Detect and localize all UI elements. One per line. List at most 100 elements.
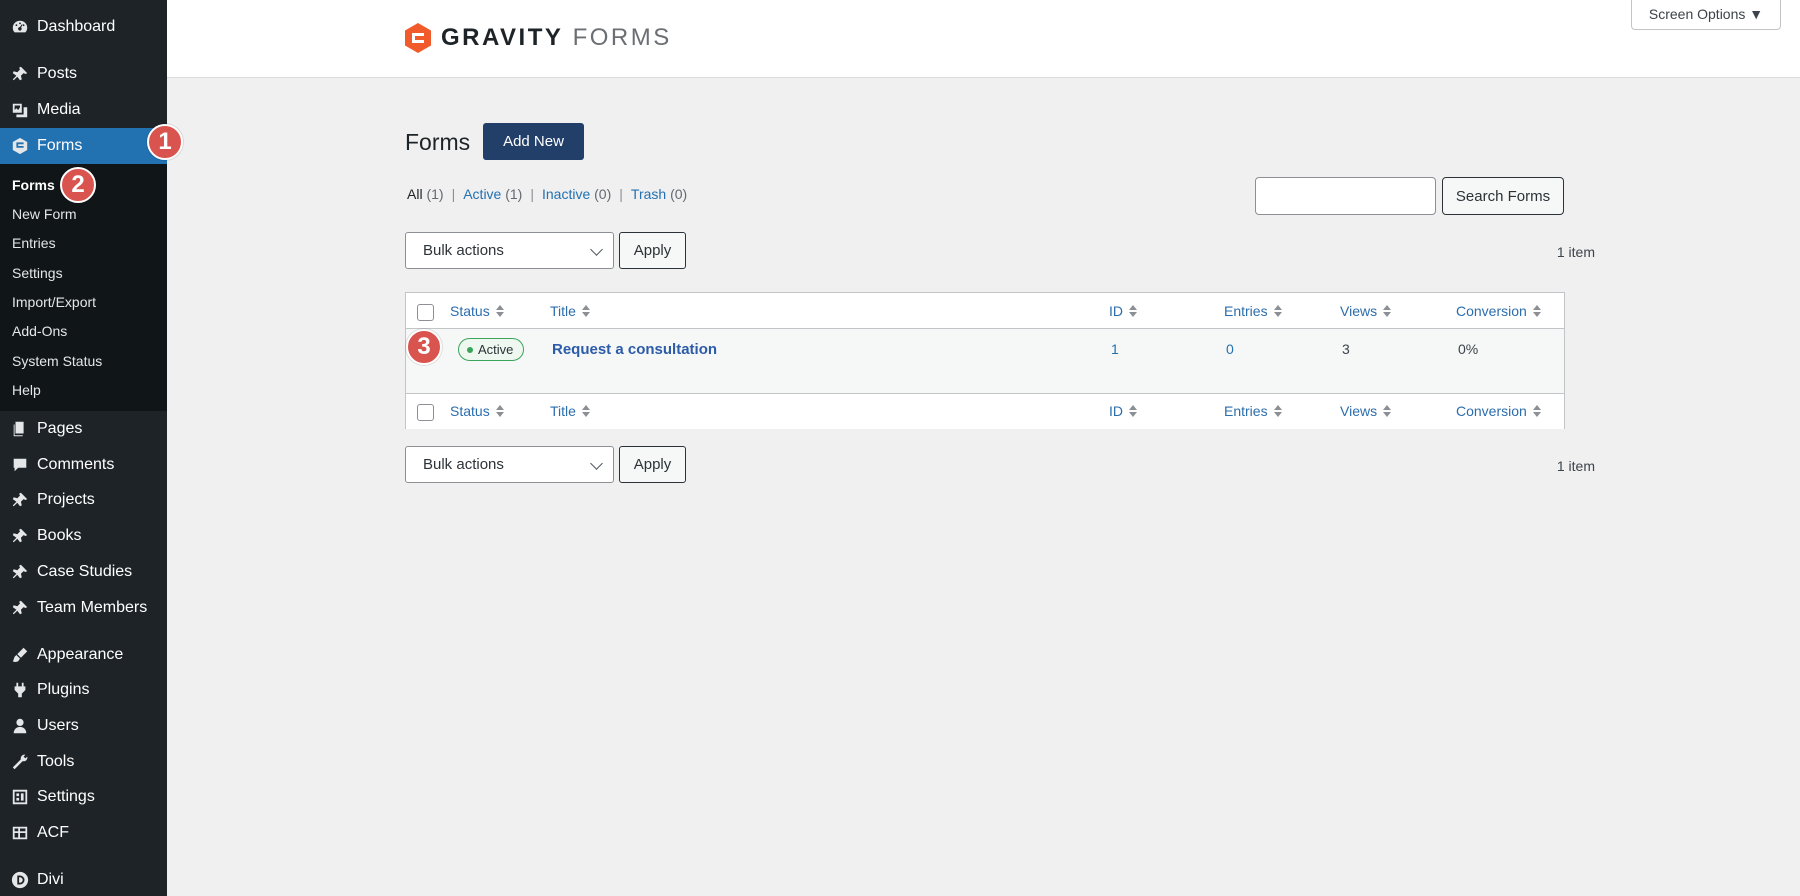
menu-forms-label: Forms xyxy=(37,137,83,154)
filter-active[interactable]: Active (1) xyxy=(463,186,522,202)
pin-icon xyxy=(10,562,30,582)
menu-appearance-label: Appearance xyxy=(37,646,124,663)
menu-comments[interactable]: Comments xyxy=(0,448,167,482)
menu-plugins[interactable]: Plugins xyxy=(0,673,167,707)
menu-acf[interactable]: ACF xyxy=(0,816,167,850)
submenu-system-status[interactable]: System Status xyxy=(12,350,102,372)
submenu-import-export[interactable]: Import/Export xyxy=(12,291,96,313)
chevron-down-icon xyxy=(590,457,603,470)
column-id[interactable]: ID xyxy=(1109,303,1137,319)
menu-dashboard[interactable]: Dashboard xyxy=(0,10,167,44)
filter-trash-label: Trash xyxy=(630,186,667,202)
form-views: 3 xyxy=(1342,341,1350,357)
gravity-forms-icon xyxy=(10,136,30,156)
menu-team-members[interactable]: Team Members xyxy=(0,591,167,625)
menu-books[interactable]: Books xyxy=(0,519,167,553)
select-all-checkbox-footer[interactable] xyxy=(417,404,434,421)
menu-acf-label: ACF xyxy=(37,824,69,841)
menu-projects[interactable]: Projects xyxy=(0,483,167,517)
gravity-forms-logo-icon xyxy=(405,23,431,53)
column-entries[interactable]: Entries xyxy=(1224,403,1282,419)
plugin-header: GRAVITY FORMS Screen Options ▼ xyxy=(167,0,1800,78)
search-forms-button[interactable]: Search Forms xyxy=(1442,177,1564,215)
bulk-actions-select-top[interactable]: Bulk actions xyxy=(405,232,614,269)
submenu-new-form[interactable]: New Form xyxy=(12,203,77,225)
form-entries-link[interactable]: 0 xyxy=(1226,341,1234,357)
column-status[interactable]: Status xyxy=(450,303,504,319)
column-views[interactable]: Views xyxy=(1340,403,1392,419)
sort-icon xyxy=(581,305,590,317)
menu-forms[interactable]: Forms xyxy=(0,128,167,164)
sort-icon xyxy=(1532,405,1541,417)
column-title[interactable]: Title xyxy=(550,303,590,319)
submenu-entries[interactable]: Entries xyxy=(12,232,56,254)
bulk-actions-label: Bulk actions xyxy=(423,242,504,259)
column-id[interactable]: ID xyxy=(1109,403,1137,419)
submenu-add-ons[interactable]: Add-Ons xyxy=(12,320,67,342)
submenu-help[interactable]: Help xyxy=(12,379,41,401)
menu-media[interactable]: Media xyxy=(0,93,167,127)
pin-icon xyxy=(10,64,30,84)
menu-users[interactable]: Users xyxy=(0,709,167,743)
submenu-forms[interactable]: Forms xyxy=(12,174,55,196)
form-id-link[interactable]: 1 xyxy=(1111,341,1119,357)
status-filter-links: All (1) | Active (1) | Inactive (0) | Tr… xyxy=(407,186,687,202)
filter-separator: | xyxy=(530,186,534,202)
menu-pages[interactable]: Pages xyxy=(0,412,167,446)
filter-inactive-label: Inactive xyxy=(542,186,591,202)
screen-options-button[interactable]: Screen Options ▼ xyxy=(1631,0,1781,30)
search-forms-input[interactable] xyxy=(1255,177,1436,215)
menu-appearance[interactable]: Appearance xyxy=(0,638,167,672)
menu-pages-label: Pages xyxy=(37,420,83,437)
menu-tools[interactable]: Tools xyxy=(0,745,167,779)
menu-case-studies[interactable]: Case Studies xyxy=(0,555,167,589)
filter-all-label: All xyxy=(407,186,423,202)
column-conversion-label: Conversion xyxy=(1456,303,1527,319)
column-status[interactable]: Status xyxy=(450,403,504,419)
chevron-down-icon xyxy=(590,243,603,256)
dashboard-icon xyxy=(10,17,30,37)
form-conversion: 0% xyxy=(1458,341,1479,357)
menu-divi[interactable]: Divi xyxy=(0,863,167,896)
filter-inactive[interactable]: Inactive (0) xyxy=(542,186,611,202)
filter-trash[interactable]: Trash (0) xyxy=(631,186,687,202)
sort-icon xyxy=(1532,305,1541,317)
menu-dashboard-label: Dashboard xyxy=(37,18,116,35)
sort-icon xyxy=(495,405,504,417)
column-title[interactable]: Title xyxy=(550,403,590,419)
menu-books-label: Books xyxy=(37,527,82,544)
submenu-settings[interactable]: Settings xyxy=(12,262,63,284)
column-entries[interactable]: Entries xyxy=(1224,303,1282,319)
logo-word-bold: GRAVITY xyxy=(441,24,564,51)
sort-icon xyxy=(1273,405,1282,417)
menu-posts-label: Posts xyxy=(37,65,78,82)
pin-icon xyxy=(10,526,30,546)
filter-all[interactable]: All (1) xyxy=(407,186,444,202)
form-title-link[interactable]: Request a consultation xyxy=(552,341,717,358)
sort-icon xyxy=(581,405,590,417)
menu-users-label: Users xyxy=(37,717,79,734)
column-id-label: ID xyxy=(1109,403,1123,419)
menu-settings[interactable]: Settings xyxy=(0,780,167,814)
menu-media-label: Media xyxy=(37,101,81,118)
item-count-top: 1 item xyxy=(1556,244,1595,260)
sort-icon xyxy=(1129,305,1137,317)
menu-case-studies-label: Case Studies xyxy=(37,563,133,580)
filter-active-count: (1) xyxy=(505,186,523,202)
column-views[interactable]: Views xyxy=(1340,303,1392,319)
select-all-checkbox[interactable] xyxy=(417,304,434,321)
menu-posts[interactable]: Posts xyxy=(0,57,167,91)
column-views-label: Views xyxy=(1340,403,1378,419)
logo-word-light: FORMS xyxy=(572,24,672,51)
plugin-icon xyxy=(10,680,30,700)
menu-team-members-label: Team Members xyxy=(37,599,148,616)
apply-button-top[interactable]: Apply xyxy=(619,232,686,269)
add-new-button[interactable]: Add New xyxy=(483,123,584,160)
bulk-actions-select-bottom[interactable]: Bulk actions xyxy=(405,446,614,483)
status-badge[interactable]: Active xyxy=(458,338,525,361)
column-conversion[interactable]: Conversion xyxy=(1456,403,1541,419)
apply-button-bottom[interactable]: Apply xyxy=(619,446,686,483)
column-conversion[interactable]: Conversion xyxy=(1456,303,1541,319)
sort-icon xyxy=(1383,305,1392,317)
sort-icon xyxy=(495,305,504,317)
